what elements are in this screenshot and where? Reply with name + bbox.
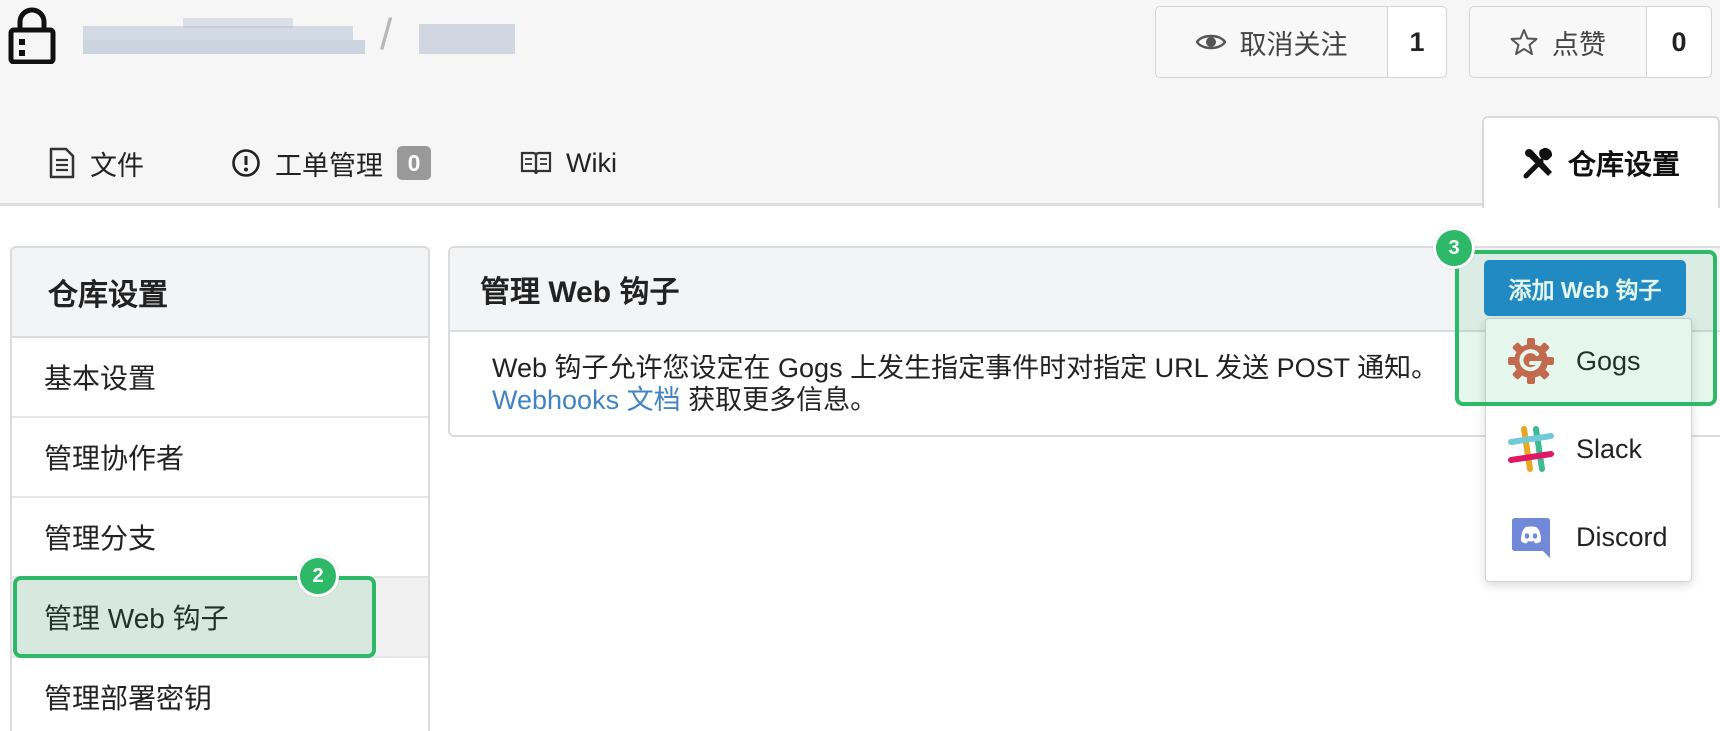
description-suffix: 获取更多信息。 xyxy=(680,385,878,415)
webhooks-docs-link[interactable]: Webhooks 文档 xyxy=(492,385,681,415)
lock-icon xyxy=(8,7,56,64)
book-icon xyxy=(520,151,552,175)
unwatch-button[interactable]: 取消关注 xyxy=(1156,7,1388,77)
step-2-badge: 2 xyxy=(297,555,339,597)
highlight-box-step3 xyxy=(1455,250,1717,406)
unwatch-label: 取消关注 xyxy=(1239,29,1348,60)
watch-group: 取消关注 1 xyxy=(1155,6,1447,78)
star-icon xyxy=(1510,29,1538,55)
star-count[interactable]: 0 xyxy=(1647,7,1711,77)
tab-wiki-label: Wiki xyxy=(566,147,617,178)
path-separator: / xyxy=(380,10,393,59)
tab-issues-label: 工单管理 xyxy=(275,150,383,181)
tools-icon xyxy=(1523,147,1553,179)
repo-owner-link[interactable] xyxy=(83,18,365,68)
tab-files[interactable]: 文件 xyxy=(48,138,144,188)
star-label: 点赞 xyxy=(1552,29,1606,60)
dropdown-item-slack[interactable]: Slack xyxy=(1486,409,1693,489)
star-button[interactable]: 点赞 xyxy=(1470,7,1647,77)
tab-settings-label: 仓库设置 xyxy=(1567,149,1680,180)
sidebar-item-deploy-keys[interactable]: 管理部署密钥 xyxy=(12,658,428,731)
sidebar-item-branches[interactable]: 管理分支 xyxy=(12,498,428,578)
step-3-badge: 3 xyxy=(1433,227,1475,269)
slack-logo-icon xyxy=(1508,426,1554,472)
tab-files-label: 文件 xyxy=(90,150,144,181)
star-group: 点赞 0 xyxy=(1469,6,1712,78)
header-divider xyxy=(0,203,1720,206)
tab-issues[interactable]: 工单管理 0 xyxy=(231,138,431,188)
issue-opened-icon xyxy=(232,149,260,177)
sidebar-item-collaborators[interactable]: 管理协作者 xyxy=(12,418,428,498)
eye-icon xyxy=(1195,34,1226,50)
discord-logo-icon xyxy=(1512,518,1550,558)
file-text-icon xyxy=(49,147,75,179)
sidebar-item-basic-settings[interactable]: 基本设置 xyxy=(12,338,428,418)
repo-name-link[interactable] xyxy=(419,18,519,68)
tab-settings[interactable]: 仓库设置 xyxy=(1482,116,1720,208)
watch-count[interactable]: 1 xyxy=(1388,7,1446,77)
settings-sidebar: 仓库设置 基本设置 管理协作者 管理分支 管理 Web 钩子 管理部署密钥 xyxy=(10,246,430,731)
tab-wiki[interactable]: Wiki xyxy=(520,138,617,188)
discord-label: Discord xyxy=(1576,521,1668,552)
issues-count-badge: 0 xyxy=(397,146,431,180)
slack-label: Slack xyxy=(1576,433,1643,464)
dropdown-item-discord[interactable]: Discord xyxy=(1486,497,1693,577)
sidebar-title: 仓库设置 xyxy=(12,248,428,338)
